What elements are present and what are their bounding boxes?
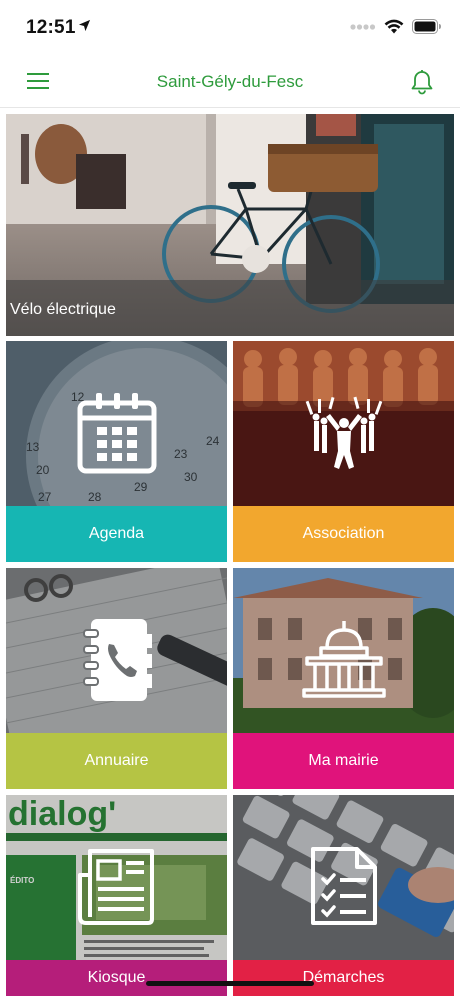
hero-caption: Vélo électrique [10,301,116,318]
location-arrow-icon [78,19,91,32]
svg-text:30: 30 [184,470,198,484]
people-celebrating-icon [305,396,382,469]
tile-agenda[interactable]: 20 27 28 29 30 23 24 13 12 Agenda [6,341,227,562]
hero-tile-velo[interactable]: Vélo électrique [6,114,454,336]
status-indicators [350,19,442,34]
town-hall-icon [301,621,386,698]
tile-label-association: Association [233,506,454,562]
tile-label-annuaire: Annuaire [6,733,227,789]
signal-dots-icon [350,23,376,30]
tile-demarches[interactable]: Démarches [233,795,454,996]
battery-icon [412,19,441,34]
tile-label-ma-mairie: Ma mairie [233,733,454,789]
svg-text:20: 20 [36,463,50,477]
calendar-icon [77,393,156,474]
tile-kiosque[interactable]: dialog' ÉDITO Kiosque [6,795,227,996]
tile-annuaire[interactable]: Annuaire [6,568,227,789]
svg-text:13: 13 [26,440,40,454]
tile-label-demarches: Démarches [233,960,454,996]
svg-text:28: 28 [88,490,102,504]
tile-label-agenda: Agenda [6,506,227,562]
nav-title: Saint-Gély-du-Fesc [156,72,304,91]
tile-association[interactable]: Association [233,341,454,562]
notification-bell-icon[interactable] [410,69,434,95]
checklist-document-icon [310,847,377,925]
svg-text:23: 23 [174,447,188,461]
newspaper-icon [77,849,154,925]
tile-label-kiosque: Kiosque [6,960,227,996]
svg-text:29: 29 [134,480,148,494]
status-time: 12:51 [26,17,76,38]
svg-text:27: 27 [38,490,52,504]
phone-book-icon [82,619,152,701]
svg-text:24: 24 [206,434,220,448]
tile-ma-mairie[interactable]: Ma mairie [233,568,454,789]
navigation-bar: Saint-Gély-du-Fesc [0,56,460,108]
home-indicator[interactable] [146,981,314,986]
status-bar: 12:51 [0,0,460,56]
wifi-icon [384,19,404,34]
